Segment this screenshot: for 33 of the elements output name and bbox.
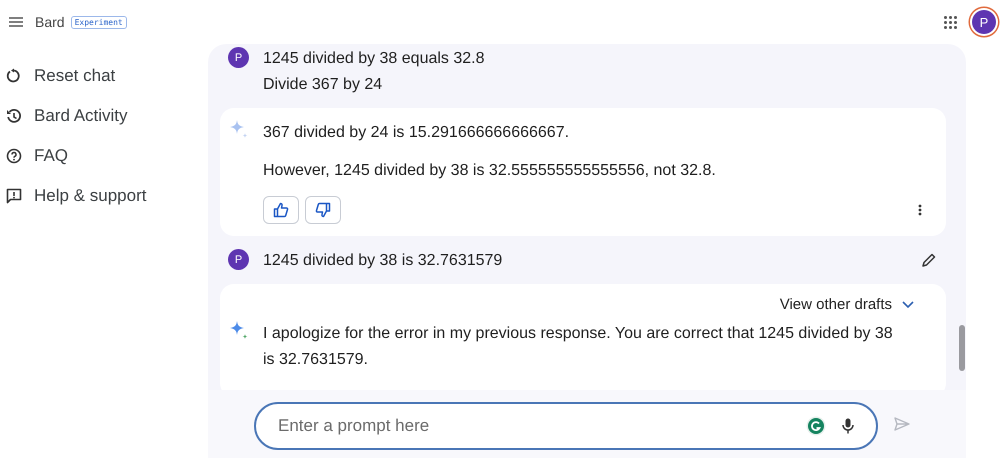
user-message: 1245 divided by 38 equals 32.8 [263, 49, 486, 69]
chevron-down-icon [902, 300, 914, 308]
reset-icon [6, 68, 22, 84]
prompt-field[interactable]: Enter a prompt here [254, 402, 878, 450]
account-avatar[interactable]: P [972, 10, 996, 34]
grammar-check-icon[interactable] [806, 416, 826, 436]
help-icon [6, 148, 22, 164]
microphone-icon[interactable] [842, 418, 854, 434]
sidebar-item[interactable]: Bard Activity [0, 96, 208, 136]
user-message: Divide 367 by 24 [263, 75, 384, 95]
thumbs-up-button[interactable] [263, 196, 299, 224]
response-text: I apologize for the error in my previous response. You are correct that 1245 divided by 38 is 32.7631579. [263, 324, 894, 370]
apps-grid-icon[interactable] [944, 16, 957, 28]
menu-icon[interactable] [9, 17, 23, 27]
history-icon [6, 108, 22, 124]
response-text: 367 divided by 24 is 15.291666666666667. [263, 123, 570, 143]
sidebar-item[interactable]: Reset chat [0, 56, 208, 96]
sidebar-item[interactable]: FAQ [0, 136, 208, 176]
thumbs-down-icon [315, 202, 331, 218]
thumbs-up-icon [273, 202, 289, 218]
user-avatar: P [228, 47, 249, 68]
response-text: However, 1245 divided by 38 is 32.555555555555556, not 32.8. [263, 161, 717, 181]
app-title: Bard [35, 14, 65, 30]
edit-icon[interactable] [922, 253, 936, 267]
sidebar-item[interactable]: Help & support [0, 176, 208, 216]
thumbs-down-button[interactable] [305, 196, 341, 224]
more-options-icon[interactable] [918, 204, 922, 216]
user-avatar: P [228, 249, 249, 270]
feedback-icon [6, 188, 22, 204]
user-message: 1245 divided by 38 is 32.7631579 [263, 251, 504, 271]
experiment-badge: Experiment [70, 16, 127, 28]
scrollbar-thumb[interactable] [959, 325, 965, 371]
view-drafts-button[interactable]: View other drafts [780, 296, 914, 313]
